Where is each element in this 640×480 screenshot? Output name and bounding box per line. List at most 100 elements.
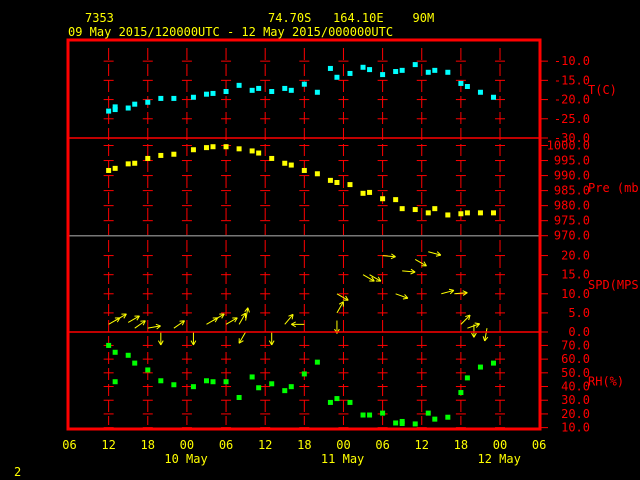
wind-arrow xyxy=(402,268,416,275)
temp-point xyxy=(269,88,275,94)
temp-point xyxy=(288,87,294,93)
temp-point xyxy=(314,89,320,95)
rh-point xyxy=(347,399,353,405)
temp-point xyxy=(327,65,333,71)
y-tick-label: 1000.0 xyxy=(547,139,590,153)
y-tick-label: 20.0 xyxy=(561,249,590,263)
wind-arrow xyxy=(460,314,471,325)
x-tick-label: 06 xyxy=(375,438,389,452)
pressure-point xyxy=(425,210,431,216)
rh-point xyxy=(145,367,151,373)
wind-arrow xyxy=(127,315,140,323)
temp-point xyxy=(367,67,373,73)
y-tick-label: 15.0 xyxy=(561,268,590,282)
rh-point xyxy=(190,384,196,390)
wind-arrow xyxy=(114,313,127,321)
wind-arrow xyxy=(395,293,409,300)
pressure-point xyxy=(171,151,177,157)
x-tick-label: 18 xyxy=(297,438,311,452)
temp-point xyxy=(210,90,216,96)
temp-point xyxy=(223,88,229,94)
rh-point xyxy=(288,384,294,390)
rh-point xyxy=(432,416,438,422)
wind-arrow xyxy=(291,321,305,328)
y-tick-label: 980.0 xyxy=(554,199,590,213)
temp-point xyxy=(236,82,242,88)
wind-arrow xyxy=(238,312,247,325)
y-tick-label: -25.0 xyxy=(554,112,590,126)
temp-point xyxy=(106,108,112,114)
pressure-point xyxy=(432,206,438,212)
panel-label-temp: T(C) xyxy=(588,83,617,97)
wind-arrow xyxy=(147,323,161,330)
rh-point xyxy=(158,378,164,384)
pressure-point xyxy=(132,160,138,166)
rh-point xyxy=(380,410,386,416)
pressure-point xyxy=(112,165,118,171)
temp-point xyxy=(132,101,138,107)
rh-point xyxy=(412,421,418,427)
pressure-point xyxy=(347,182,353,188)
pressure-point xyxy=(399,206,405,212)
y-tick-label: 985.0 xyxy=(554,184,590,198)
rh-point xyxy=(399,421,405,427)
temp-point xyxy=(249,87,255,93)
date-label: 12 May xyxy=(477,452,520,466)
rh-point xyxy=(301,371,307,377)
pressure-point xyxy=(314,171,320,177)
y-tick-label: 975.0 xyxy=(554,214,590,228)
x-tick-label: 12 xyxy=(101,438,115,452)
temp-point xyxy=(145,99,151,105)
rh-point xyxy=(458,390,464,396)
x-tick-label: 06 xyxy=(219,438,233,452)
rh-point xyxy=(132,360,138,366)
pressure-point xyxy=(367,189,373,195)
y-tick-label: 50.0 xyxy=(561,366,590,380)
x-tick-label: 00 xyxy=(180,438,194,452)
rh-point xyxy=(445,414,451,420)
panel-label-pressure: Pre (mb) xyxy=(588,181,640,195)
y-tick-label: 10.0 xyxy=(561,421,590,435)
pressure-point xyxy=(288,162,294,168)
wind-arrow xyxy=(362,274,375,282)
rh-point xyxy=(106,342,112,348)
rh-point xyxy=(112,379,118,385)
pressure-point xyxy=(106,167,112,173)
temp-point xyxy=(464,84,470,90)
temp-point xyxy=(282,85,288,91)
temp-point xyxy=(490,94,496,100)
pressure-point xyxy=(158,152,164,158)
pressure-point xyxy=(203,145,209,151)
x-tick-label: 06 xyxy=(532,438,546,452)
rh-point xyxy=(393,420,399,426)
rh-point xyxy=(425,410,431,416)
wind-arrow xyxy=(212,313,225,321)
pressure-point xyxy=(236,146,242,152)
y-tick-label: 970.0 xyxy=(554,229,590,243)
y-tick-label: 30.0 xyxy=(561,393,590,407)
rh-point xyxy=(171,382,177,388)
pressure-point xyxy=(223,144,229,150)
wind-arrow xyxy=(414,258,427,267)
y-tick-label: -15.0 xyxy=(554,73,590,87)
y-tick-label: 40.0 xyxy=(561,380,590,394)
rh-point xyxy=(210,379,216,385)
pressure-point xyxy=(249,148,255,154)
y-tick-label: 995.0 xyxy=(554,154,590,168)
temp-point xyxy=(412,62,418,68)
rh-point xyxy=(125,352,131,358)
rh-point xyxy=(367,412,373,418)
date-label: 11 May xyxy=(321,452,364,466)
y-tick-label: -20.0 xyxy=(554,93,590,107)
panel-label-rh: RH(%) xyxy=(588,375,624,389)
pressure-point xyxy=(464,210,470,216)
wind-arrow xyxy=(157,332,164,346)
temp-point xyxy=(399,67,405,73)
wind-arrow xyxy=(441,288,455,295)
temp-point xyxy=(347,70,353,76)
x-tick-label: 00 xyxy=(336,438,350,452)
rh-point xyxy=(334,396,340,402)
wind-arrow xyxy=(284,313,294,325)
x-tick-label: 00 xyxy=(493,438,507,452)
x-tick-label: 18 xyxy=(454,438,468,452)
